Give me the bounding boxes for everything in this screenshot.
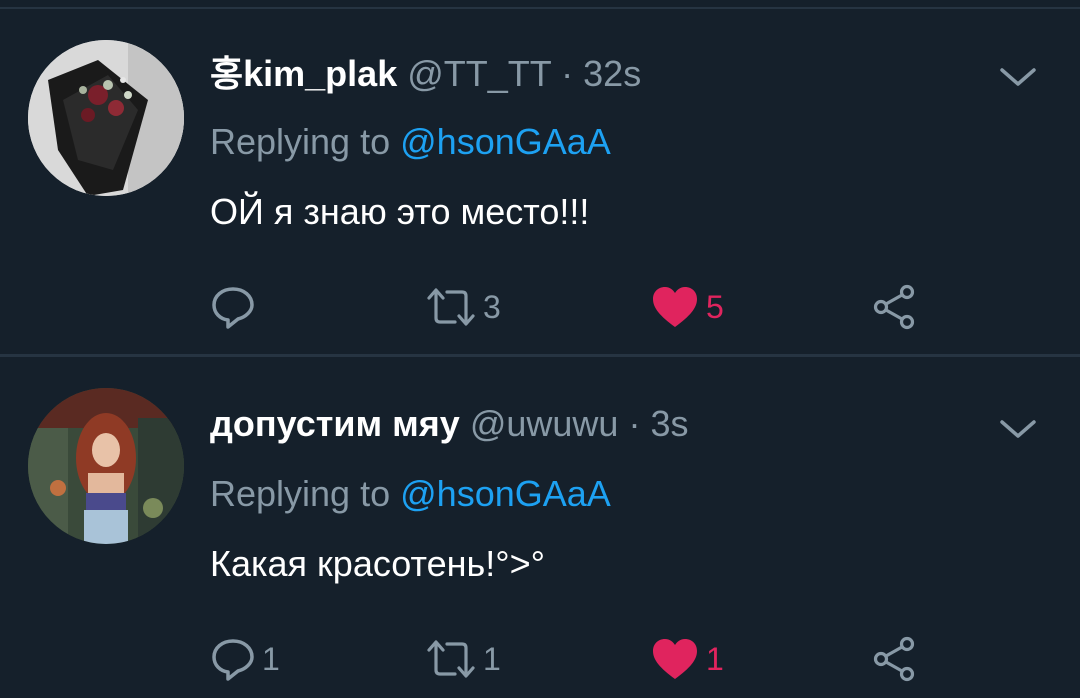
timestamp[interactable]: 3s	[650, 403, 688, 444]
tweet-text: ОЙ я знаю это место!!!	[210, 191, 590, 232]
replying-to-mention[interactable]: @hsonGAaA	[400, 473, 611, 514]
chevron-down-icon[interactable]	[996, 414, 1040, 444]
retweet-icon	[427, 640, 475, 678]
replying-to-label: Replying to	[210, 121, 391, 162]
avatar-image-person	[28, 388, 184, 544]
heart-icon	[653, 639, 697, 679]
reply-icon	[212, 639, 254, 681]
avatar[interactable]	[28, 388, 184, 544]
share-button[interactable]	[870, 634, 918, 684]
reply-button[interactable]: 1	[210, 634, 280, 684]
reply-count: 1	[262, 640, 280, 677]
replying-to-label: Replying to	[210, 473, 391, 514]
top-divider	[0, 7, 1080, 9]
user-handle[interactable]: @uwuwu	[470, 403, 619, 444]
share-icon	[873, 284, 915, 330]
replying-to-mention[interactable]: @hsonGAaA	[400, 121, 611, 162]
like-button[interactable]: 5	[650, 282, 724, 332]
tweet-actions: 1 1 1	[210, 634, 930, 684]
like-button[interactable]: 1	[650, 634, 724, 684]
tweet[interactable]: допустим мяу @uwuwu · 3s Replying to @hs…	[0, 358, 1080, 698]
separator-dot: ·	[628, 403, 641, 444]
reply-button[interactable]	[210, 282, 262, 332]
display-name[interactable]: 홍kim_plak	[210, 53, 397, 94]
chevron-down-icon[interactable]	[996, 62, 1040, 92]
tweet[interactable]: 홍kim_plak @TT_TT · 32s Replying to @hson…	[0, 10, 1080, 355]
separator-dot: ·	[561, 53, 574, 94]
replying-to: Replying to @hsonGAaA	[210, 472, 611, 516]
retweet-button[interactable]: 3	[425, 282, 501, 332]
user-handle[interactable]: @TT_TT	[407, 53, 551, 94]
like-count: 1	[706, 640, 724, 677]
retweet-icon	[427, 288, 475, 326]
tweet-divider	[0, 354, 1080, 357]
share-icon	[873, 636, 915, 682]
replying-to: Replying to @hsonGAaA	[210, 120, 611, 164]
tweet-actions: 3 5	[210, 282, 930, 332]
tweet-header: допустим мяу @uwuwu · 3s	[210, 402, 688, 446]
like-count: 5	[706, 288, 724, 325]
retweet-button[interactable]: 1	[425, 634, 501, 684]
retweet-count: 3	[483, 288, 501, 325]
tweet-text: Какая красотень!°>°	[210, 543, 546, 584]
timestamp[interactable]: 32s	[583, 53, 641, 94]
avatar[interactable]	[28, 40, 184, 196]
share-button[interactable]	[870, 282, 918, 332]
tweet-header: 홍kim_plak @TT_TT · 32s	[210, 52, 641, 96]
avatar-image-bouquet	[28, 40, 184, 196]
reply-icon	[212, 287, 254, 329]
display-name[interactable]: допустим мяу	[210, 403, 460, 444]
heart-icon	[653, 287, 697, 327]
retweet-count: 1	[483, 640, 501, 677]
